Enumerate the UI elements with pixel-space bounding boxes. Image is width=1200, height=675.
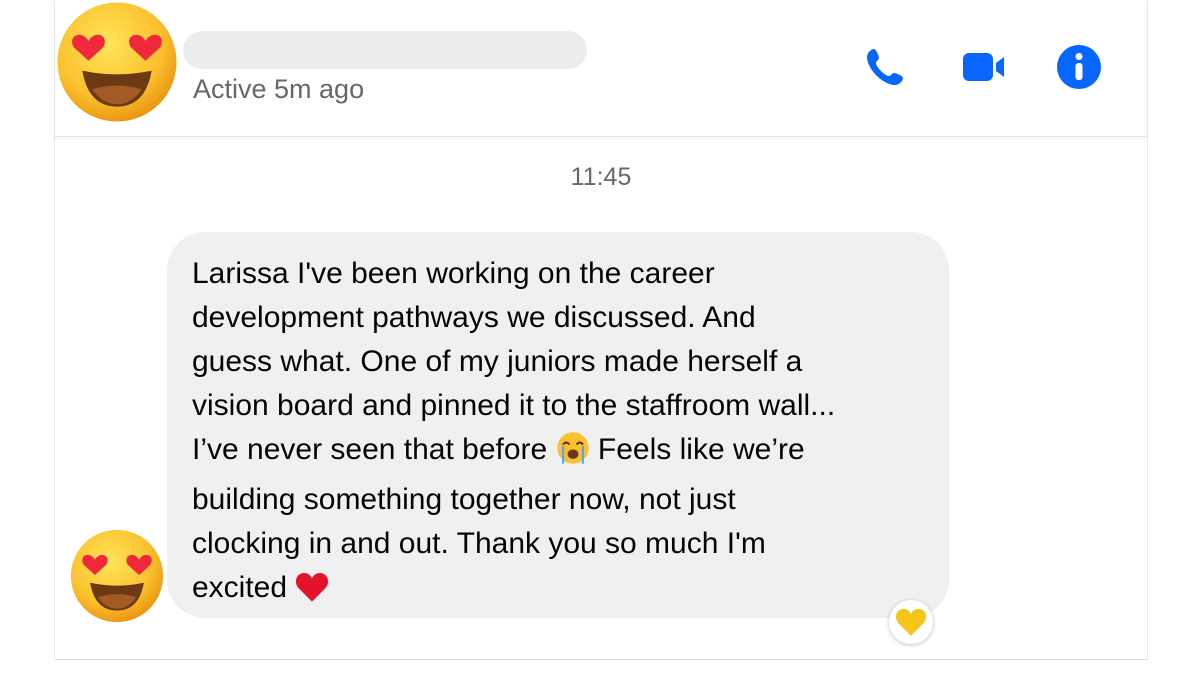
message-line-part: excited	[192, 571, 288, 604]
message-line: excited	[192, 566, 937, 616]
message-line: clocking in and out. Thank you so much I…	[192, 527, 766, 560]
yellow-heart-icon	[895, 608, 927, 636]
red-heart-icon	[295, 571, 329, 616]
contact-name-redacted[interactable]	[183, 31, 587, 69]
heart-eyes-emoji-icon	[57, 2, 177, 122]
heart-eyes-emoji-icon	[70, 529, 164, 623]
message-line: I’ve never seen that before Feels like w…	[192, 428, 937, 478]
message-line: development pathways we discussed. And	[192, 301, 756, 334]
chat-window: Active 5m ago 11:45 Larissa I've been wo…	[54, 0, 1148, 660]
video-call-button[interactable]	[959, 43, 1007, 91]
message-line: Larissa I've been working on the career	[192, 257, 715, 290]
message-line: building something together now, not jus…	[192, 483, 736, 516]
message-line: vision board and pinned it to the staffr…	[192, 389, 836, 422]
audio-call-button[interactable]	[861, 43, 909, 91]
info-icon	[1057, 45, 1101, 89]
phone-icon	[867, 49, 903, 85]
chat-header: Active 5m ago	[55, 0, 1147, 137]
message-line-part: Feels like we’re	[597, 433, 805, 466]
message-line: guess what. One of my juniors made herse…	[192, 345, 803, 378]
active-status: Active 5m ago	[193, 74, 365, 104]
message-timestamp: 11:45	[570, 163, 632, 191]
sender-avatar[interactable]	[69, 528, 165, 624]
message-line-part: I’ve never seen that before	[192, 433, 548, 466]
video-camera-icon	[963, 53, 1004, 81]
message-bubble[interactable]: Larissa I've been working on the career …	[167, 232, 949, 618]
contact-avatar[interactable]	[55, 0, 179, 124]
message-reaction[interactable]	[889, 600, 933, 644]
message-text: Larissa I've been working on the career …	[192, 252, 937, 616]
info-button[interactable]	[1055, 43, 1103, 91]
loudly-crying-face-icon	[556, 431, 590, 478]
